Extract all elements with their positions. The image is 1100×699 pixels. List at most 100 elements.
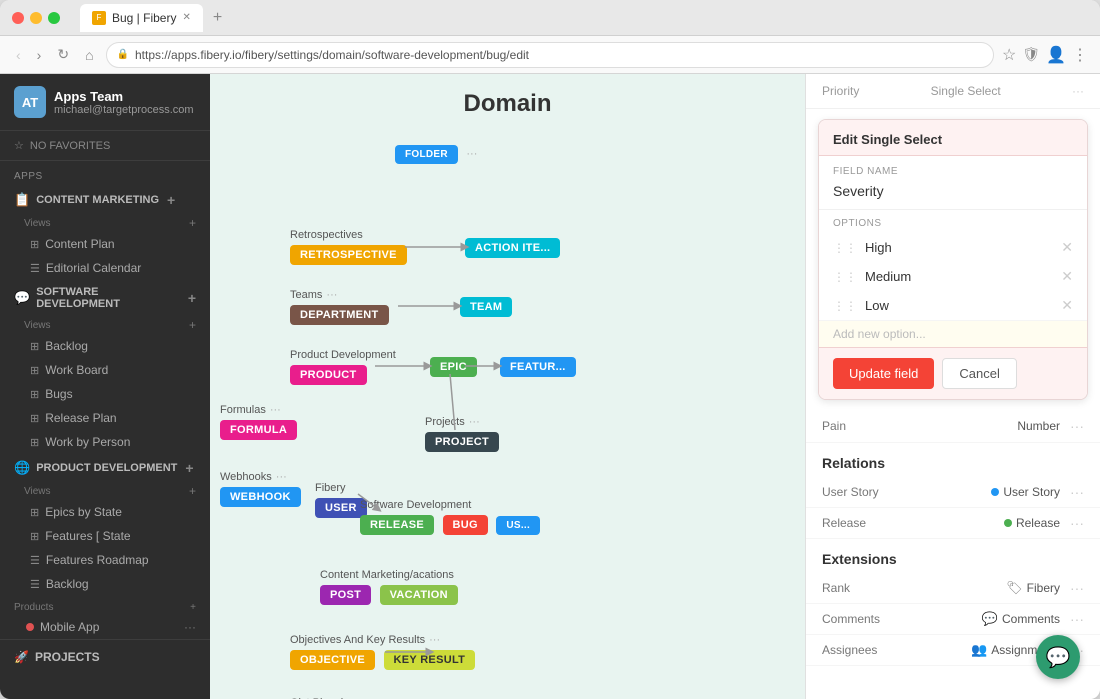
content-marketing-views-label: Views + (0, 214, 210, 232)
extension-row-rank: Rank 🏷 Fibery ··· (806, 573, 1100, 604)
product-dev-add-icon[interactable]: + (185, 460, 193, 476)
software-dev-add-icon[interactable]: + (188, 290, 196, 306)
sidebar-item-projects[interactable]: 🚀 PROJECTS (0, 639, 210, 674)
release-dot (1004, 519, 1012, 527)
work-by-person-icon: ⊞ (30, 436, 39, 449)
action-item-badge: ACTION ITE... (465, 238, 560, 258)
assignees-ext-icon: 👥 (971, 642, 987, 658)
refresh-button[interactable]: ↻ (53, 44, 73, 65)
sidebar-item-epics-by-state[interactable]: ⊞ Epics by State (0, 500, 210, 524)
option-drag-medium[interactable]: ⋮⋮ (833, 270, 857, 284)
product-item-mobile-app[interactable]: Mobile App ··· (0, 615, 210, 639)
option-delete-low[interactable]: ✕ (1061, 297, 1073, 314)
priority-more-icon[interactable]: ··· (1072, 84, 1084, 98)
close-button[interactable] (12, 12, 24, 24)
workspace-header[interactable]: AT Apps Team michael@targetprocess.com (0, 74, 210, 131)
back-button[interactable]: ‹ (12, 45, 25, 65)
comments-more-icon[interactable]: ··· (1070, 611, 1084, 627)
field-name-value[interactable]: Severity (819, 183, 1087, 210)
bugs-label: Bugs (45, 387, 72, 401)
domain-diagram: FOLDER ··· Retrospectives RETROSPECTIVE … (210, 134, 805, 699)
url-text: https://apps.fibery.io/fibery/settings/d… (135, 48, 529, 62)
retrospective-badge: RETROSPECTIVE (290, 245, 407, 265)
panel-top-row: Priority Single Select ··· (806, 74, 1100, 109)
webhook-badge: WEBHOOK (220, 487, 301, 507)
extension-icon[interactable]: 🛡 (1022, 46, 1040, 63)
sidebar-item-bugs[interactable]: ⊞ Bugs (0, 382, 210, 406)
backlog-label: Backlog (45, 339, 88, 353)
option-drag-low[interactable]: ⋮⋮ (833, 299, 857, 313)
sidebar-item-work-by-person[interactable]: ⊞ Work by Person (0, 430, 210, 454)
tab-close-button[interactable]: ✕ (182, 12, 190, 23)
no-favorites-label: NO FAVORITES (30, 140, 110, 152)
apps-section-label: Apps (0, 161, 210, 186)
software-dev-views-add[interactable]: + (189, 318, 196, 332)
sidebar-item-release-plan[interactable]: ⊞ Release Plan (0, 406, 210, 430)
sidebar-item-backlog2[interactable]: ☰ Backlog (0, 572, 210, 596)
editorial-calendar-icon: ☰ (30, 262, 40, 275)
node-feature: FEATUR... (500, 357, 576, 375)
active-tab[interactable]: F Bug | Fibery ✕ (80, 4, 203, 32)
mobile-app-more-icon[interactable]: ··· (184, 620, 196, 634)
node-fibery: Fibery USER (315, 482, 367, 516)
content-marketing-add-icon[interactable]: + (167, 192, 175, 208)
option-delete-high[interactable]: ✕ (1061, 239, 1073, 256)
sidebar: AT Apps Team michael@targetprocess.com ☆… (0, 74, 210, 699)
user-badge: USER (315, 498, 367, 518)
products-add-icon[interactable]: + (190, 602, 196, 613)
rank-more-icon[interactable]: ··· (1070, 580, 1084, 596)
add-option-row[interactable]: Add new option... (819, 320, 1087, 347)
assignees-ext-label: Assignees (822, 643, 877, 657)
formula-badge: FORMULA (220, 420, 297, 440)
user-story-value: User Story (1003, 485, 1060, 499)
update-field-button[interactable]: Update field (833, 358, 934, 389)
node-epic: EPIC (430, 357, 477, 375)
tabs-bar: F Bug | Fibery ✕ + (80, 4, 228, 32)
option-delete-medium[interactable]: ✕ (1061, 268, 1073, 285)
features-by-state-icon: ⊞ (30, 530, 39, 543)
us-badge: US... (496, 516, 540, 535)
account-icon[interactable]: 👤 (1046, 45, 1066, 65)
chat-button[interactable]: 💬 (1036, 635, 1080, 679)
cancel-button[interactable]: Cancel (942, 358, 1016, 389)
node-teams: Teams ··· DEPARTMENT (290, 289, 389, 323)
menu-icon[interactable]: ⋮ (1072, 45, 1088, 65)
product-dev-views-add[interactable]: + (189, 484, 196, 498)
sidebar-item-product-development[interactable]: 🌐 PRODUCT DEVELOPMENT + (0, 454, 210, 482)
star-empty-icon: ☆ (14, 139, 24, 152)
option-label-low: Low (865, 298, 1053, 313)
pain-more-icon[interactable]: ··· (1070, 418, 1084, 434)
address-bar[interactable]: 🔒 https://apps.fibery.io/fibery/settings… (106, 42, 994, 68)
option-drag-high[interactable]: ⋮⋮ (833, 241, 857, 255)
sidebar-item-software-development[interactable]: 💬 SOFTWARE DEVELOPMENT + (0, 280, 210, 316)
option-row-high: ⋮⋮ High ✕ (819, 233, 1087, 262)
maximize-button[interactable] (48, 12, 60, 24)
popup-title: Edit Single Select (833, 132, 942, 147)
release-more-icon[interactable]: ··· (1070, 515, 1084, 531)
user-story-more-icon[interactable]: ··· (1070, 484, 1084, 500)
work-board-icon: ⊞ (30, 364, 39, 377)
sidebar-item-features-roadmap[interactable]: ☰ Features Roadmap (0, 548, 210, 572)
epics-by-state-label: Epics by State (45, 505, 122, 519)
sidebar-item-work-board[interactable]: ⊞ Work Board (0, 358, 210, 382)
content-marketing-views-add[interactable]: + (189, 216, 196, 230)
workspace-info: Apps Team michael@targetprocess.com (54, 89, 194, 116)
options-section-label: OPTIONS (819, 210, 1087, 233)
node-content-marketing: Content Marketing/acations POST VACATION (320, 569, 458, 603)
sidebar-item-content-plan[interactable]: ⊞ Content Plan (0, 232, 210, 256)
minimize-button[interactable] (30, 12, 42, 24)
mobile-app-label: Mobile App (40, 620, 99, 634)
sidebar-item-features-by-state[interactable]: ⊞ Features [ State (0, 524, 210, 548)
star-icon[interactable]: ☆ (1002, 45, 1016, 65)
sidebar-item-backlog[interactable]: ⊞ Backlog (0, 334, 210, 358)
new-tab-button[interactable]: + (207, 9, 228, 27)
sidebar-item-content-marketing[interactable]: 📋 CONTENT MARKETING + (0, 186, 210, 214)
home-button[interactable]: ⌂ (81, 45, 97, 65)
pain-row: Pain Number ··· (806, 410, 1100, 443)
forward-button[interactable]: › (33, 45, 46, 65)
bug-badge: BUG (443, 515, 488, 535)
workspace-email: michael@targetprocess.com (54, 104, 194, 116)
work-by-person-label: Work by Person (45, 435, 130, 449)
features-by-state-label: Features [ State (45, 529, 130, 543)
sidebar-item-editorial-calendar[interactable]: ☰ Editorial Calendar (0, 256, 210, 280)
